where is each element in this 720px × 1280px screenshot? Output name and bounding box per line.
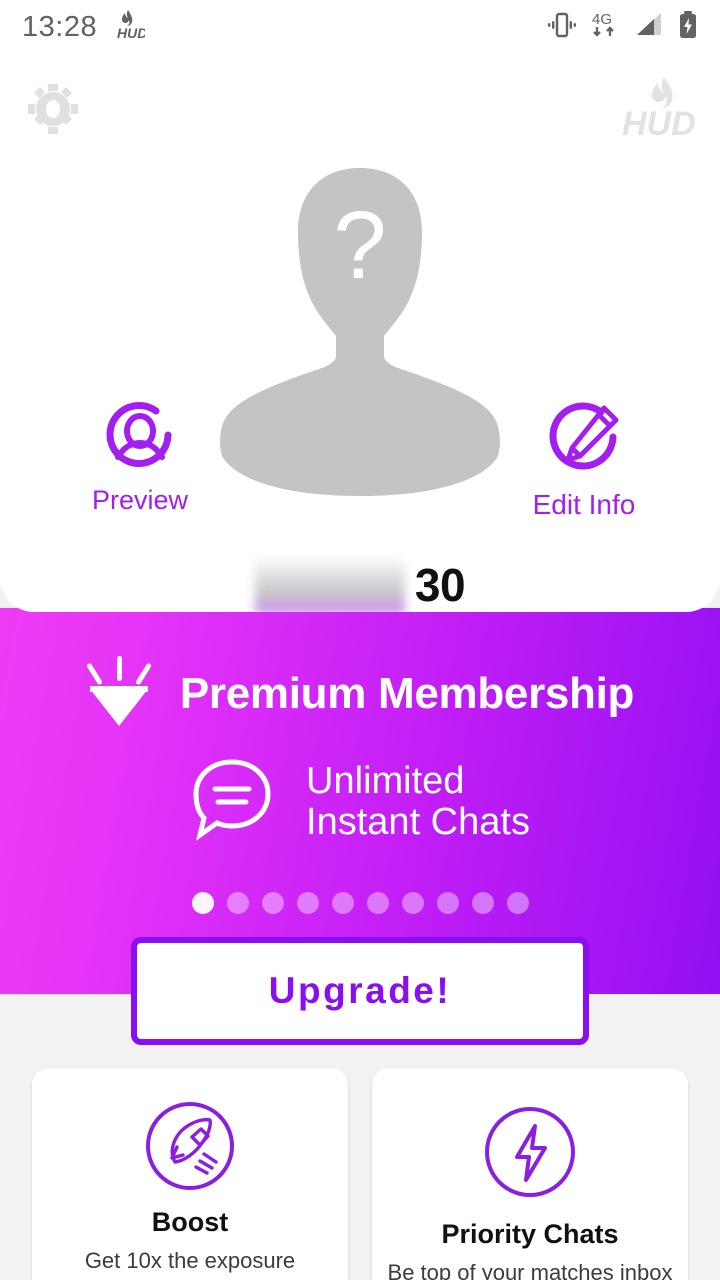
profile-age: 30 bbox=[414, 559, 466, 611]
upgrade-button[interactable]: Upgrade! bbox=[131, 937, 589, 1045]
profile-name-row: 30 bbox=[0, 556, 720, 612]
page-dot-8[interactable] bbox=[436, 892, 459, 914]
perk-subtitle-priority-chats: Be top of your matches inbox bbox=[387, 1260, 673, 1280]
edit-info-action[interactable]: Edit Info bbox=[484, 400, 684, 521]
svg-text:4G: 4G bbox=[592, 11, 612, 28]
premium-title: Premium Membership bbox=[179, 668, 635, 718]
page-dot-9[interactable] bbox=[471, 892, 494, 914]
premium-feature: Unlimited Instant Chats bbox=[0, 756, 720, 847]
perk-subtitle-boost: Get 10x the exposure bbox=[84, 1248, 296, 1273]
perk-card-boost[interactable]: Boost Get 10x the exposure bbox=[32, 1068, 348, 1280]
page-dot-7[interactable] bbox=[401, 892, 424, 914]
status-bar-left: 13:28 HUD bbox=[22, 9, 147, 46]
feature-line-1: Unlimited bbox=[306, 760, 465, 803]
chat-bubble-icon bbox=[190, 756, 274, 847]
gear-icon[interactable] bbox=[26, 82, 80, 136]
preview-label: Preview bbox=[91, 485, 189, 515]
status-bar-right: 4G bbox=[547, 10, 698, 44]
profile-card: 13:28 HUD 4G HUD ? Preview Edit Info 30 bbox=[0, 0, 720, 612]
network-4g-icon: 4G bbox=[590, 11, 622, 44]
avatar-placeholder-icon: ? bbox=[220, 168, 500, 496]
page-dot-4[interactable] bbox=[296, 892, 319, 914]
page-dot-1[interactable] bbox=[191, 892, 214, 914]
lightning-circle-icon bbox=[482, 1104, 578, 1205]
page-dot-3[interactable] bbox=[261, 892, 284, 914]
page-dot-6[interactable] bbox=[366, 892, 389, 914]
svg-text:HUD: HUD bbox=[117, 25, 145, 41]
app-top-bar: HUD bbox=[0, 54, 720, 164]
profile-name-redacted bbox=[254, 556, 405, 612]
battery-charging-icon bbox=[678, 10, 698, 44]
premium-feature-text: Unlimited Instant Chats bbox=[306, 761, 530, 842]
page-dot-2[interactable] bbox=[226, 892, 249, 914]
hud-flame-icon: HUD bbox=[115, 9, 147, 46]
perk-card-priority-chats[interactable]: Priority Chats Be top of your matches in… bbox=[372, 1068, 688, 1280]
perk-title-boost: Boost bbox=[151, 1207, 229, 1237]
signal-bars-icon bbox=[635, 12, 665, 43]
pencil-circle-icon bbox=[545, 400, 623, 483]
preview-action[interactable]: Preview bbox=[40, 400, 240, 516]
page-dot-10[interactable] bbox=[506, 892, 529, 914]
page-dot-5[interactable] bbox=[331, 892, 354, 914]
svg-text:HUD: HUD bbox=[622, 105, 696, 143]
edit-info-label: Edit Info bbox=[532, 489, 636, 520]
svg-text:?: ? bbox=[333, 192, 386, 299]
avatar[interactable]: ? bbox=[210, 160, 510, 500]
diamond-icon bbox=[86, 656, 152, 731]
rocket-circle-icon bbox=[144, 1100, 236, 1197]
premium-title-row: Premium Membership bbox=[0, 656, 720, 731]
app-screen: Premium Membership Unlimited Instant Cha… bbox=[0, 0, 720, 1280]
perk-title-priority-chats: Priority Chats bbox=[441, 1219, 619, 1249]
status-bar: 13:28 HUD 4G bbox=[0, 0, 720, 54]
person-circle-icon bbox=[103, 400, 177, 479]
upgrade-button-label: Upgrade! bbox=[268, 970, 452, 1011]
perk-card-list: Boost Get 10x the exposure Priority Chat… bbox=[0, 1068, 720, 1280]
vibrate-icon bbox=[547, 12, 577, 43]
feature-line-2: Instant Chats bbox=[306, 800, 530, 843]
status-time: 13:28 bbox=[22, 10, 98, 43]
hud-logo: HUD bbox=[622, 77, 696, 143]
banner-page-dots[interactable] bbox=[0, 892, 720, 914]
